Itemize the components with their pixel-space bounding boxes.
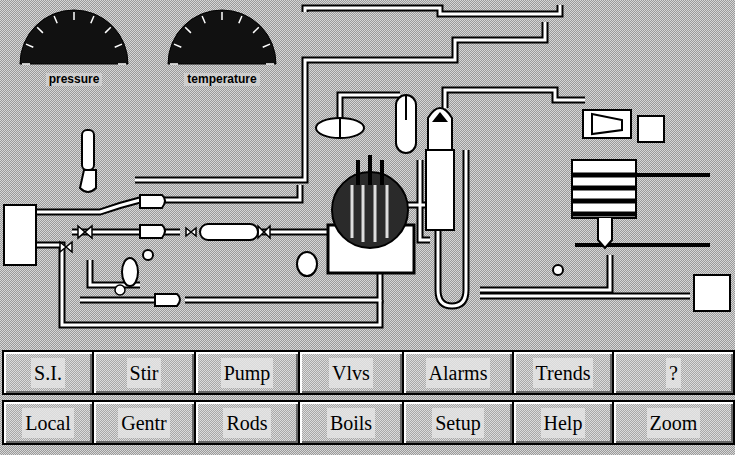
- control-button[interactable]: S.I.: [2, 350, 94, 395]
- gauge-label: temperature: [184, 73, 259, 86]
- button-label: Local: [22, 408, 74, 438]
- button-row: Local Gentr Rods Boils Setup Help Zoom: [4, 400, 735, 445]
- control-button[interactable]: Vlvs: [298, 350, 404, 395]
- button-label: Rods: [223, 408, 270, 438]
- gauge: pressure: [18, 6, 130, 90]
- button-label: Stir: [127, 358, 162, 388]
- button-label: Vlvs: [329, 358, 373, 388]
- button-label: Pump: [221, 358, 274, 388]
- gauge: temperature: [166, 6, 278, 90]
- button-panel: S.I. Stir Pump Vlvs Alarms Trends? Local Gentr R…: [0, 345, 735, 445]
- control-button[interactable]: Zoom: [612, 400, 735, 445]
- plant-schematic: pressure temperature: [0, 0, 735, 345]
- button-label: Help: [541, 408, 586, 438]
- control-button[interactable]: Gentr: [92, 400, 196, 445]
- control-button[interactable]: Setup: [402, 400, 514, 445]
- control-button[interactable]: Local: [2, 400, 94, 445]
- control-button[interactable]: ?: [612, 350, 735, 395]
- dial-icon: [18, 6, 130, 66]
- control-button[interactable]: Help: [512, 400, 614, 445]
- control-button[interactable]: Rods: [194, 400, 300, 445]
- button-label: Boils: [327, 408, 375, 438]
- simulator-window: pressure temperature S.I. Stir Pump Vlvs Alar…: [0, 0, 735, 455]
- button-label: Zoom: [647, 408, 701, 438]
- button-row: S.I. Stir Pump Vlvs Alarms Trends?: [4, 350, 735, 395]
- button-label: Alarms: [426, 358, 491, 388]
- control-button[interactable]: Trends: [512, 350, 614, 395]
- control-button[interactable]: Alarms: [402, 350, 514, 395]
- control-button[interactable]: Stir: [92, 350, 196, 395]
- gauge-label: pressure: [46, 73, 103, 86]
- control-button[interactable]: Boils: [298, 400, 404, 445]
- button-label: Gentr: [118, 408, 170, 438]
- button-label: S.I.: [31, 358, 65, 388]
- button-label: ?: [666, 358, 681, 388]
- button-label: Trends: [533, 358, 594, 388]
- control-button[interactable]: Pump: [194, 350, 300, 395]
- dial-icon: [166, 6, 278, 66]
- button-label: Setup: [432, 408, 484, 438]
